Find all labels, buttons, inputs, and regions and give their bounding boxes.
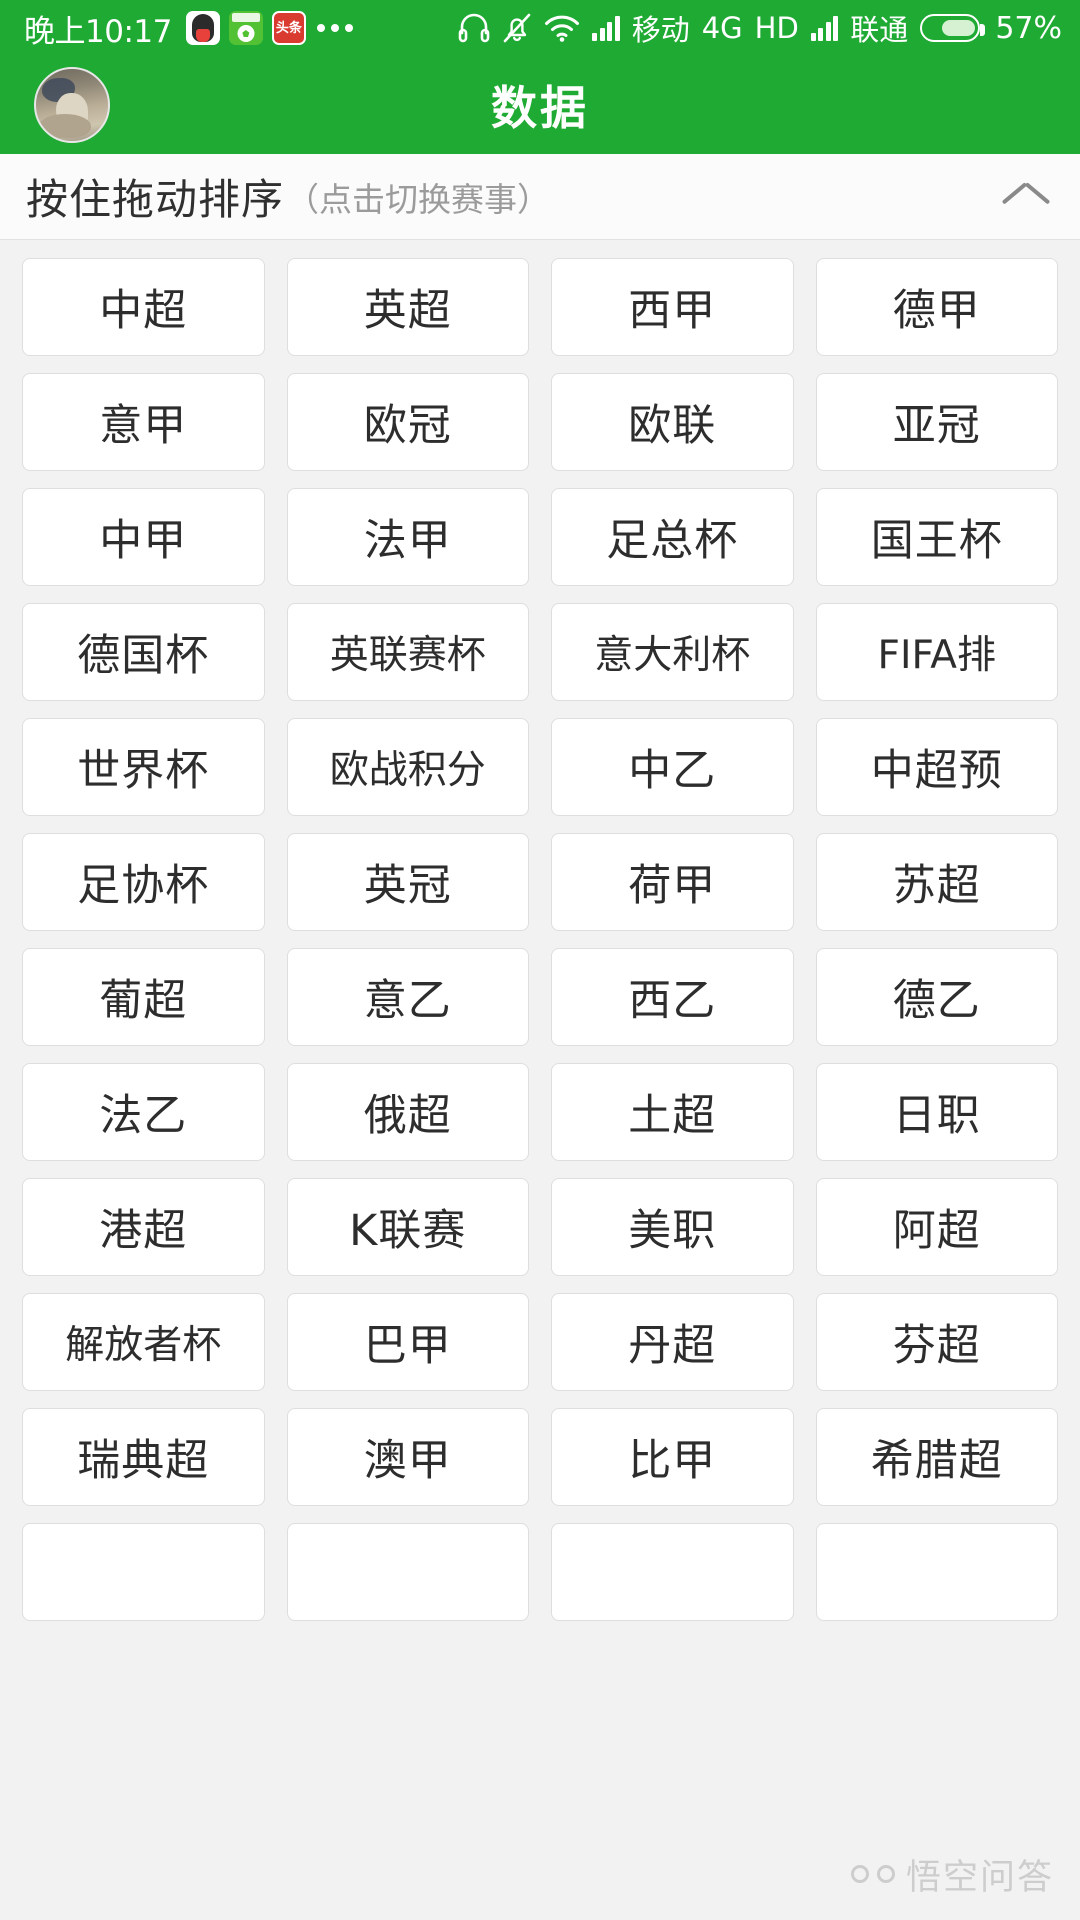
league-tile[interactable]: 中超 [22, 258, 265, 356]
league-tile[interactable] [551, 1523, 794, 1621]
league-tile[interactable]: 英超 [286, 258, 529, 356]
league-tile[interactable]: 中超预 [815, 718, 1058, 816]
league-tile[interactable]: 比甲 [551, 1408, 794, 1506]
league-tile[interactable]: 足协杯 [22, 833, 265, 931]
league-tile[interactable]: 解放者杯 [22, 1293, 265, 1391]
status-time: 晚上10:17 [24, 13, 172, 50]
wukong-logo-icon [850, 1860, 895, 1890]
league-tile[interactable]: 世界杯 [22, 718, 265, 816]
page-title: 数据 [491, 81, 589, 135]
sort-instruction-bar[interactable]: 按住拖动排序 （点击切换赛事） [0, 154, 1080, 240]
league-tile[interactable]: 芬超 [815, 1293, 1058, 1391]
league-tile[interactable]: 德乙 [815, 948, 1058, 1046]
hd-label: HD [754, 11, 799, 45]
sort-instruction-label: 按住拖动排序 [26, 175, 285, 224]
battery-icon [920, 14, 986, 42]
toutiao-icon: 头条 [271, 11, 306, 45]
battery-percent-label: 57% [995, 10, 1062, 46]
league-tile[interactable]: 美职 [551, 1178, 794, 1276]
league-tile[interactable]: 足总杯 [551, 488, 794, 586]
league-tile[interactable]: 日职 [815, 1063, 1058, 1161]
league-tile[interactable] [815, 1523, 1058, 1621]
network-type-label: 4G [701, 11, 743, 45]
league-tile[interactable]: 亚冠 [815, 373, 1058, 471]
status-app-icons: 头条 [185, 11, 306, 45]
league-tile[interactable]: 欧战积分 [286, 718, 529, 816]
league-tile[interactable]: 意甲 [22, 373, 265, 471]
league-tile[interactable]: 阿超 [815, 1178, 1058, 1276]
soccer-app-icon [228, 11, 263, 45]
bell-muted-icon [503, 13, 531, 43]
league-tile[interactable]: 欧联 [551, 373, 794, 471]
league-tile[interactable]: 巴甲 [286, 1293, 529, 1391]
league-tile[interactable] [286, 1523, 529, 1621]
league-tile[interactable]: 丹超 [551, 1293, 794, 1391]
league-tile[interactable]: 法甲 [286, 488, 529, 586]
league-grid-container: 中超 英超 西甲 德甲意甲 欧冠 欧联 亚冠中甲 法甲 足总杯 国王杯德国杯 英联赛杯 意大利杯 FIF… [0, 240, 1080, 1920]
carrier-1-label: 移动 [631, 13, 690, 47]
league-tile[interactable]: 瑞典超 [22, 1408, 265, 1506]
league-tile[interactable]: 葡超 [22, 948, 265, 1046]
status-bar: 晚上10:17 头条 移动 4G HD 联通 57% [0, 0, 1080, 56]
watermark: 悟空问答 [850, 1849, 1054, 1900]
league-tile[interactable]: 荷甲 [551, 833, 794, 931]
league-tile[interactable]: 国王杯 [815, 488, 1058, 586]
league-tile[interactable] [22, 1523, 265, 1621]
league-tile[interactable]: 澳甲 [286, 1408, 529, 1506]
league-tile[interactable]: 法乙 [22, 1063, 265, 1161]
league-tile[interactable]: 苏超 [815, 833, 1058, 931]
more-dots-icon [316, 24, 353, 32]
avatar[interactable] [34, 67, 110, 143]
league-tile[interactable]: 中甲 [22, 488, 265, 586]
league-tile[interactable]: 希腊超 [815, 1408, 1058, 1506]
league-tile[interactable]: 港超 [22, 1178, 265, 1276]
league-tile[interactable]: 俄超 [286, 1063, 529, 1161]
carrier-2-label: 联通 [850, 13, 909, 47]
signal-bars-icon-2 [810, 15, 839, 41]
league-tile[interactable]: 英冠 [286, 833, 529, 931]
league-tile[interactable]: 中乙 [551, 718, 794, 816]
app-header: 数据 [0, 56, 1080, 154]
league-tile[interactable]: FIFA排 [815, 603, 1058, 701]
headset-icon [458, 13, 490, 43]
league-tile[interactable]: 土超 [551, 1063, 794, 1161]
league-grid: 中超 英超 西甲 德甲意甲 欧冠 欧联 亚冠中甲 法甲 足总杯 国王杯德国杯 英联赛杯 意大利杯 FIF… [22, 258, 1058, 1621]
league-tile[interactable]: 欧冠 [286, 373, 529, 471]
signal-bars-icon [592, 15, 620, 41]
qq-icon [185, 11, 220, 45]
sort-instruction-hint: （点击切换赛事） [286, 179, 551, 219]
league-tile[interactable]: 英联赛杯 [286, 603, 529, 701]
wifi-icon [545, 15, 580, 42]
league-tile[interactable]: 西乙 [551, 948, 794, 1046]
watermark-label: 悟空问答 [905, 1858, 1054, 1898]
chevron-up-icon[interactable] [1004, 175, 1048, 219]
league-tile[interactable]: 意大利杯 [551, 603, 794, 701]
league-tile[interactable]: 德国杯 [22, 603, 265, 701]
league-tile[interactable]: 德甲 [815, 258, 1058, 356]
league-tile[interactable]: K联赛 [286, 1178, 529, 1276]
league-tile[interactable]: 西甲 [551, 258, 794, 356]
league-tile[interactable]: 意乙 [286, 948, 529, 1046]
